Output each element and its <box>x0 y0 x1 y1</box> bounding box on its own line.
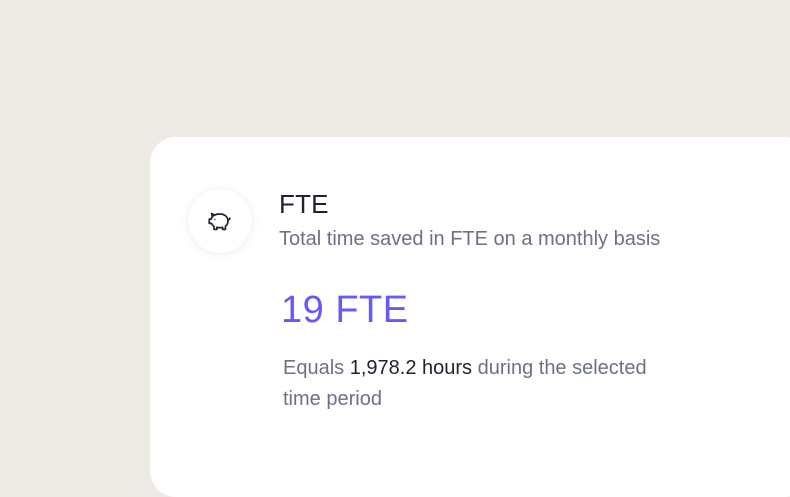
hours-value: 1,978.2 hours <box>349 357 473 379</box>
piggy-bank-icon <box>208 212 231 231</box>
hours-description: Equals 1,978.2 hours during the selected… <box>283 353 663 415</box>
card-subtitle: Total time saved in FTE on a monthly bas… <box>279 228 661 250</box>
fte-card: FTE Total time saved in FTE on a monthly… <box>150 137 790 497</box>
card-title: FTE <box>279 189 329 219</box>
fte-value: 19 FTE <box>281 289 409 331</box>
description-prefix: Equals <box>283 357 350 379</box>
icon-badge <box>188 189 252 253</box>
